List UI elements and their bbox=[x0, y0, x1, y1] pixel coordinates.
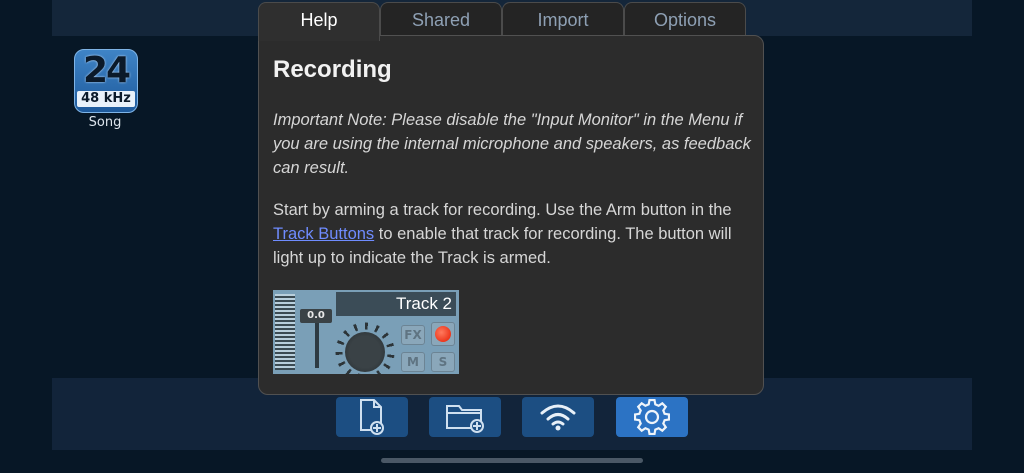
help-panel: Recording Important Note: Please disable… bbox=[258, 35, 764, 395]
song-icon: 24 48 kHz bbox=[74, 49, 138, 113]
mute-button-image: M bbox=[401, 352, 425, 372]
track-name: Track 2 bbox=[336, 292, 456, 316]
song-button[interactable]: 24 48 kHz Song bbox=[74, 49, 138, 131]
song-bit-depth: 24 bbox=[82, 50, 131, 91]
recording-instructions: Start by arming a track for recording. U… bbox=[273, 198, 757, 270]
tab-options[interactable]: Options bbox=[624, 2, 746, 39]
fader-value: 0.0 bbox=[300, 309, 332, 323]
level-meter bbox=[275, 294, 295, 370]
tab-shared[interactable]: Shared bbox=[380, 2, 502, 39]
new-folder-button[interactable] bbox=[429, 397, 501, 437]
settings-button[interactable] bbox=[616, 397, 688, 437]
important-note: Important Note: Please disable the "Inpu… bbox=[273, 111, 751, 177]
fx-button-image: FX bbox=[401, 325, 425, 345]
song-label: Song bbox=[88, 115, 122, 130]
pan-knob bbox=[345, 332, 385, 372]
track-buttons-link[interactable]: Track Buttons bbox=[273, 225, 374, 243]
new-file-button[interactable] bbox=[336, 397, 408, 437]
track-controls-image: 0.0 Track 2 FX M S bbox=[273, 290, 459, 374]
para-text-before: Start by arming a track for recording. U… bbox=[273, 201, 732, 219]
wifi-icon bbox=[540, 404, 576, 431]
new-folder-icon bbox=[446, 405, 484, 433]
tab-help[interactable]: Help bbox=[258, 2, 380, 41]
fader-slot bbox=[315, 320, 319, 368]
solo-button-image: S bbox=[431, 352, 455, 372]
home-indicator[interactable] bbox=[381, 458, 643, 463]
gear-icon bbox=[634, 399, 670, 435]
song-sample-rate: 48 kHz bbox=[77, 91, 135, 107]
wifi-share-button[interactable] bbox=[522, 397, 594, 437]
new-file-icon bbox=[360, 399, 384, 435]
tab-import[interactable]: Import bbox=[502, 2, 624, 39]
arm-button-image bbox=[431, 322, 455, 346]
help-title: Recording bbox=[273, 56, 392, 83]
